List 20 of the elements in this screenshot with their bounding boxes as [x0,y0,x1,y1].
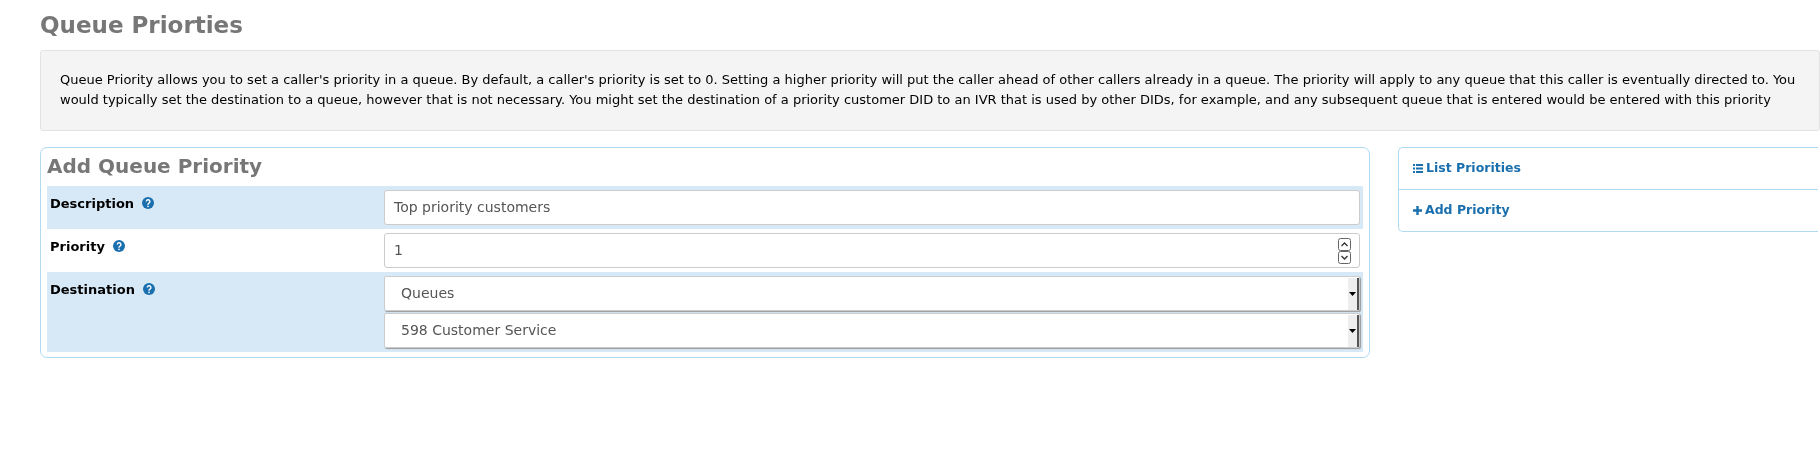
help-icon[interactable] [142,283,155,296]
select-field[interactable]: 598 Customer Service [384,313,1360,349]
field-label: Priority [50,238,105,257]
select-field[interactable]: Queues [384,276,1360,312]
number-field[interactable]: 1 [384,233,1360,269]
help-icon[interactable] [142,197,155,210]
field-label: Destination [50,281,135,300]
plus-icon [1413,205,1422,215]
help-icon[interactable] [112,240,125,253]
dropdown-icon [1349,291,1356,296]
form-title: Add Queue Priority [47,153,264,181]
text-field[interactable]: Top priority customers [384,190,1360,226]
sidebar-link[interactable]: Add Priority [1399,188,1818,231]
field-label: Description [50,195,135,214]
spinner-icon[interactable] [1338,237,1351,264]
dropdown-icon [1349,328,1356,333]
info-text: Queue Priority allows you to set a caller's priority in a queue. By default, a caller's priority is set to 0. Setting a higher priority will put the caller ahead of other callers already in a queue. The priority will apply to any queue that this caller is eventually directed to. You would typically set the destination to a queue, however that is not necessary. You might set the destination of a priority customer DID to an IVR that is used by other DIDs, for example, and any subsequent queue that is entered would be entered with this priority [40,49,1820,132]
page-title: Queue Priorties [40,12,244,40]
sidebar-link[interactable]: List Priorities [1399,148,1818,189]
list-icon [1413,164,1423,174]
